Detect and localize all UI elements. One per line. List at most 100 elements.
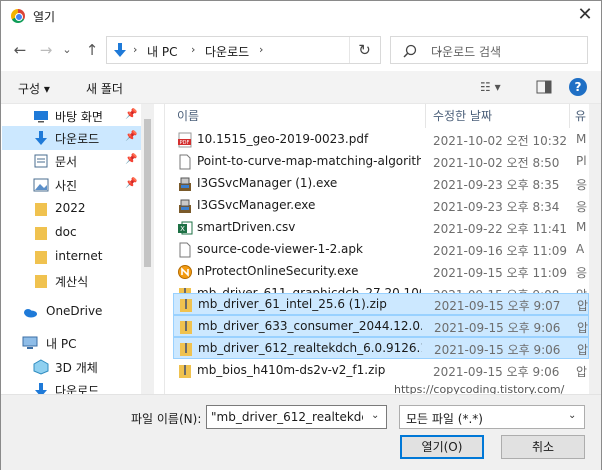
download-icon bbox=[35, 131, 47, 145]
pin-icon: 📌 bbox=[125, 131, 138, 142]
search-box[interactable]: 다운로드 검색 bbox=[390, 36, 588, 64]
file-date: 2021-09-15 오후 11:09 bbox=[433, 266, 568, 280]
file-row[interactable]: PDF 10.1515_geo-2019-0023.pdf 2021-10-02… bbox=[173, 129, 589, 151]
file-type: 압 bbox=[577, 343, 589, 357]
cancel-button[interactable]: 취소 bbox=[501, 435, 585, 459]
column-header-date[interactable]: 수정한 날짜 bbox=[433, 107, 492, 129]
3d-objects-icon bbox=[33, 359, 49, 375]
file-date: 2021-09-15 오후 9:07 bbox=[434, 299, 561, 313]
file-name-value[interactable]: "mb_driver_612_realtekdch_6.0.9126.1.zip… bbox=[211, 410, 363, 424]
file-type: 압 bbox=[577, 321, 589, 335]
file-row[interactable]: mb_bios_h410m-ds2v-v2_f1.zip 2021-09-15 … bbox=[173, 360, 589, 382]
sidebar-item-internet[interactable]: internet bbox=[2, 245, 142, 269]
sidebar-item-desktop[interactable]: 바탕 화면 📌 bbox=[2, 104, 142, 128]
file-name: Point-to-curve-map-matching-algorith... bbox=[197, 154, 421, 168]
nprotect-icon bbox=[178, 265, 192, 279]
file-date: 2021-09-15 오후 9:06 bbox=[433, 365, 560, 379]
sidebar-item-doc[interactable]: doc bbox=[2, 221, 142, 245]
file-type: 압 bbox=[576, 365, 588, 379]
sidebar-item-downloads[interactable]: 다운로드 📌 bbox=[2, 126, 142, 150]
pin-icon: 📌 bbox=[125, 154, 138, 165]
back-button[interactable]: ← bbox=[9, 39, 31, 61]
zip-icon bbox=[180, 299, 192, 312]
view-options-button[interactable]: ☷ ▾ bbox=[480, 80, 501, 94]
file-list: 이름 수정한 날짜 유 PDF 10.1515_geo-2019-0023.pd… bbox=[169, 104, 589, 394]
column-separator[interactable] bbox=[569, 104, 570, 128]
folder-icon bbox=[35, 227, 47, 240]
refresh-button[interactable]: ↻ bbox=[349, 37, 379, 63]
file-type: M bbox=[576, 220, 587, 234]
open-button[interactable]: 열기(O) bbox=[400, 435, 484, 459]
desktop-icon bbox=[34, 111, 48, 123]
help-icon[interactable]: ? bbox=[569, 78, 587, 96]
file-date: 2021-10-02 오전 8:50 bbox=[433, 156, 560, 170]
file-name: mb_driver_612_realtekdch_6.0.9126.1.zip bbox=[198, 341, 422, 355]
column-separator[interactable] bbox=[425, 104, 426, 128]
sidebar-item-my-pc[interactable]: 내 PC bbox=[2, 331, 142, 355]
file-type: 압 bbox=[577, 299, 589, 313]
file-date: 2021-09-23 오후 8:35 bbox=[433, 178, 560, 192]
file-row-selected[interactable]: mb_driver_633_consumer_2044.12.0.62... 2… bbox=[173, 315, 589, 337]
sidebar-item-documents[interactable]: 문서 📌 bbox=[2, 149, 142, 173]
forward-button[interactable]: → bbox=[35, 39, 57, 61]
download-icon bbox=[114, 43, 126, 57]
column-header-type[interactable]: 유 bbox=[575, 107, 586, 129]
dialog-footer: 파일 이름(N): "mb_driver_612_realtekdch_6.0.… bbox=[1, 394, 601, 470]
document-icon bbox=[179, 154, 191, 170]
file-type: 응 bbox=[576, 178, 588, 192]
file-row[interactable]: source-code-viewer-1-2.apk 2021-09-16 오후… bbox=[173, 239, 589, 261]
file-name: 10.1515_geo-2019-0023.pdf bbox=[197, 132, 369, 146]
new-folder-button[interactable]: 새 폴더 bbox=[86, 80, 123, 97]
address-bar[interactable]: › 내 PC › 다운로드 › ⌄ bbox=[106, 36, 444, 64]
organize-button[interactable]: 구성 ▾ bbox=[18, 80, 50, 97]
breadcrumb-downloads[interactable]: 다운로드 bbox=[205, 43, 249, 60]
title-bar: 열기 ✕ bbox=[1, 1, 601, 31]
sidebar-item-formulas[interactable]: 계산식 bbox=[2, 269, 142, 293]
window-title: 열기 bbox=[33, 10, 56, 24]
file-row[interactable]: I3GSvcManager (1).exe 2021-09-23 오후 8:35… bbox=[173, 173, 589, 195]
folder-icon bbox=[35, 251, 47, 264]
file-row[interactable]: I3GSvcManager.exe 2021-09-23 오후 8:34 응 bbox=[173, 195, 589, 217]
file-name-input[interactable]: "mb_driver_612_realtekdch_6.0.9126.1.zip… bbox=[206, 405, 387, 429]
breadcrumb-my-pc[interactable]: 내 PC bbox=[147, 43, 177, 60]
recent-locations-button[interactable]: ⌄ bbox=[59, 39, 75, 61]
installer-icon bbox=[179, 177, 191, 191]
file-date: 2021-09-16 오후 11:09 bbox=[433, 244, 568, 258]
pin-icon: 📌 bbox=[125, 178, 138, 189]
file-date: 2021-09-23 오후 8:34 bbox=[433, 200, 560, 214]
pin-icon: 📌 bbox=[125, 109, 138, 120]
file-row-selected[interactable]: mb_driver_61_intel_25.6 (1).zip 2021-09-… bbox=[173, 293, 589, 315]
file-row[interactable]: Point-to-curve-map-matching-algorith... … bbox=[173, 151, 589, 173]
column-header-name[interactable]: 이름 bbox=[177, 107, 199, 129]
sidebar-item-3d-objects[interactable]: 3D 개체 bbox=[2, 355, 142, 379]
sidebar-item-downloads-pc[interactable]: 다운로드 bbox=[2, 378, 142, 394]
search-input[interactable]: 다운로드 검색 bbox=[431, 43, 501, 60]
navigation-pane: 바탕 화면 📌 다운로드 📌 문서 📌 사진 📌 2022 doc intern… bbox=[2, 104, 154, 394]
chevron-down-icon: ⌄ bbox=[568, 410, 577, 421]
download-icon bbox=[35, 383, 47, 394]
search-icon bbox=[403, 44, 417, 58]
file-list-scrollbar[interactable] bbox=[589, 104, 601, 394]
chevron-down-icon[interactable]: ⌄ bbox=[371, 410, 379, 421]
up-button[interactable]: ↑ bbox=[81, 39, 103, 61]
close-button[interactable]: ✕ bbox=[573, 4, 597, 26]
pc-icon bbox=[22, 336, 38, 349]
zip-icon bbox=[180, 321, 192, 334]
file-type-value: 모든 파일 (*.*) bbox=[406, 412, 483, 426]
pane-divider[interactable] bbox=[164, 104, 165, 394]
file-name: source-code-viewer-1-2.apk bbox=[197, 242, 363, 256]
file-date: 2021-09-22 오후 11:41 bbox=[433, 222, 568, 236]
file-row[interactable]: X smartDriven.csv 2021-09-22 오후 11:41 M bbox=[173, 217, 589, 239]
file-name: I3GSvcManager.exe bbox=[197, 198, 316, 212]
preview-pane-icon[interactable] bbox=[536, 80, 552, 94]
file-type-select[interactable]: 모든 파일 (*.*) ⌄ bbox=[399, 405, 585, 429]
file-name: mb_driver_61_intel_25.6 (1).zip bbox=[198, 297, 387, 311]
sidebar-item-pictures[interactable]: 사진 📌 bbox=[2, 173, 142, 197]
sidebar-item-2022[interactable]: 2022 bbox=[2, 197, 142, 221]
sidebar-item-onedrive[interactable]: OneDrive bbox=[2, 300, 142, 324]
file-type: 응 bbox=[576, 200, 588, 214]
file-row-selected[interactable]: mb_driver_612_realtekdch_6.0.9126.1.zip … bbox=[173, 337, 589, 359]
file-row[interactable]: nProtectOnlineSecurity.exe 2021-09-15 오후… bbox=[173, 261, 589, 283]
navigation-scrollbar-thumb[interactable] bbox=[144, 119, 151, 267]
file-date: 2021-10-02 오전 10:32 bbox=[433, 134, 568, 148]
